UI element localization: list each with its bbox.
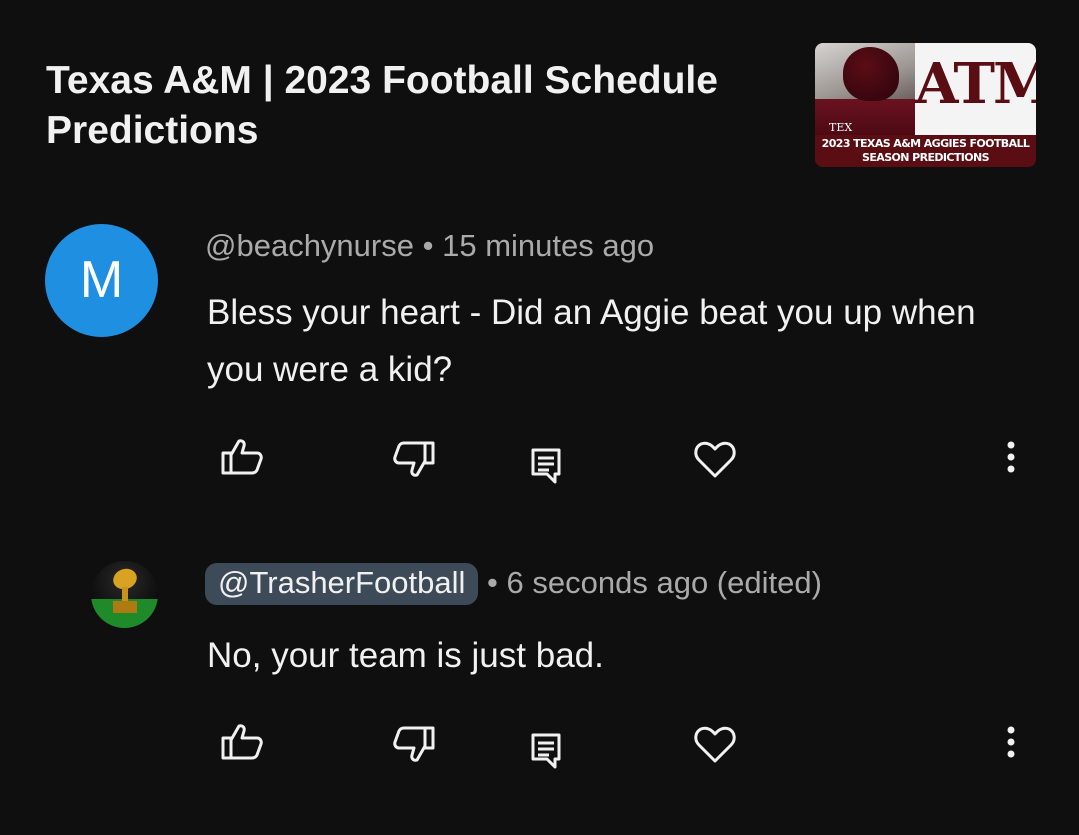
comment-meta: @beachynurse • 15 minutes ago [205, 228, 654, 264]
reply-icon [531, 733, 561, 769]
thumbs-down-icon [393, 441, 435, 477]
thumbs-down-icon [393, 726, 435, 762]
like-button[interactable] [217, 433, 267, 483]
more-vert-icon [1007, 441, 1015, 473]
meta-separator: • [487, 565, 498, 600]
reply-button[interactable] [521, 440, 571, 490]
more-options-button[interactable] [986, 718, 1036, 768]
video-thumbnail[interactable]: TEX ATM 2023 TEXAS A&M AGGIES FOOTBALL S… [815, 43, 1036, 167]
comment-time: 6 seconds ago (edited) [506, 565, 822, 600]
thumbnail-caption-line1: 2023 TEXAS A&M AGGIES FOOTBALL [821, 137, 1030, 150]
comment-handle[interactable]: @beachynurse [205, 228, 414, 263]
comment-text: No, your team is just bad. [207, 636, 604, 675]
comment-handle[interactable]: @TrasherFootball [205, 563, 479, 605]
dislike-button[interactable] [389, 435, 439, 485]
aggie-logo: ATM [915, 43, 1036, 135]
comment-text: Bless your heart - Did an Aggie beat you… [207, 293, 976, 389]
heart-button[interactable] [690, 434, 740, 484]
thumbnail-caption-line2: SEASON PREDICTIONS [862, 151, 989, 164]
thumbs-up-icon [221, 724, 263, 760]
comment-meta: @TrasherFootball • 6 seconds ago (edited… [205, 563, 822, 605]
thumbnail-caption: 2023 TEXAS A&M AGGIES FOOTBALL SEASON PR… [815, 135, 1036, 167]
meta-separator: • [422, 228, 434, 263]
thumbnail-tex-text: TEX [829, 121, 853, 134]
like-button[interactable] [217, 718, 267, 768]
helmet-icon [843, 47, 899, 101]
dislike-button[interactable] [389, 720, 439, 770]
trophy-base [113, 601, 137, 613]
comment-time: 15 minutes ago [442, 228, 655, 263]
more-options-button[interactable] [986, 433, 1036, 483]
avatar[interactable]: M [45, 224, 158, 337]
thumbs-up-icon [221, 439, 263, 475]
reply-icon [531, 448, 561, 484]
video-header: Texas A&M | 2023 Football Schedule Predi… [46, 56, 796, 156]
avatar[interactable] [91, 561, 158, 628]
video-title[interactable]: Texas A&M | 2023 Football Schedule Predi… [46, 56, 796, 156]
heart-icon [694, 441, 736, 478]
more-vert-icon [1007, 726, 1015, 758]
heart-button[interactable] [690, 719, 740, 769]
reply-button[interactable] [521, 725, 571, 775]
heart-icon [694, 726, 736, 763]
aggie-logo-text: ATM [915, 51, 1036, 117]
trophy-stem [122, 587, 128, 601]
